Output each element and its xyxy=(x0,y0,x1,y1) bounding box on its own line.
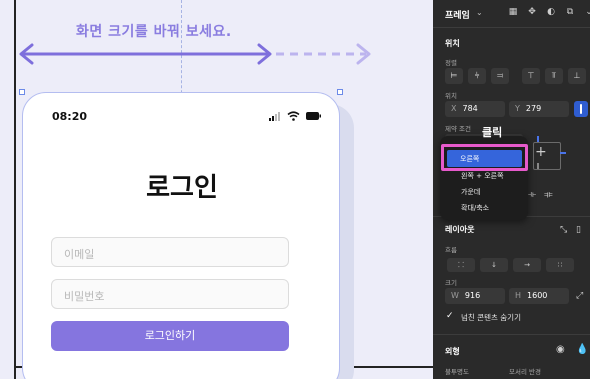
w-key: W xyxy=(451,291,459,300)
panel-header: 프레임 ⌄ ▦ ✥ ◐ ⧉ ⌄ xyxy=(433,0,590,28)
y-field[interactable]: Y 279 xyxy=(509,101,569,117)
corner-radius-label: 모서리 반경 xyxy=(509,368,541,376)
selection-handle-tr[interactable] xyxy=(337,89,343,95)
chevron-down-icon[interactable]: ⌄ xyxy=(584,7,590,17)
divider xyxy=(433,334,590,335)
flow-horizontal-icon[interactable]: → xyxy=(513,258,541,272)
battery-icon xyxy=(306,112,321,120)
boolean-icon[interactable]: ⧉ xyxy=(565,7,575,17)
x-field[interactable]: X 784 xyxy=(445,101,505,117)
x-key: X xyxy=(451,104,457,113)
y-value: 279 xyxy=(525,104,542,113)
extend-arrow-icon xyxy=(276,43,371,65)
menu-item-right[interactable]: 오른쪽 xyxy=(460,154,479,164)
layout-section-title: 레이아웃 xyxy=(445,225,475,234)
constraint-widget[interactable] xyxy=(525,134,569,178)
align-hcenter-icon[interactable]: ⫩ xyxy=(468,68,486,84)
checkmark-icon[interactable]: ✓ xyxy=(446,311,456,321)
distribute-h-icon[interactable]: ⟛ xyxy=(528,190,536,200)
password-field[interactable]: 비밀번호 xyxy=(51,279,289,309)
w-value: 916 xyxy=(464,291,481,300)
signal-icon xyxy=(269,111,280,121)
width-field[interactable]: W 916 xyxy=(445,288,505,304)
constraint-right-marker[interactable] xyxy=(560,152,566,154)
component-icon[interactable]: ✥ xyxy=(527,7,537,17)
app-root: 화면 크기를 바꿔 보세요. 08:20 로그인 이메일 비밀번호 로그인하기 … xyxy=(0,0,590,379)
align-right-icon[interactable]: ⫤ xyxy=(491,68,509,84)
header-icons: ▦ ✥ ◐ ⧉ ⌄ xyxy=(508,7,590,17)
constraints-label: 제약 조건 xyxy=(445,125,471,133)
flow-free-icon[interactable]: ⸬ xyxy=(447,258,475,272)
layout-grid-icon[interactable]: ▯ xyxy=(576,225,581,235)
droplet-icon[interactable]: 💧 xyxy=(576,344,588,355)
align-bottom-icon[interactable]: ⊥ xyxy=(568,68,586,84)
phone-frame[interactable]: 08:20 로그인 이메일 비밀번호 로그인하기 xyxy=(22,92,340,379)
resize-hint: 화면 크기를 바꿔 보세요. xyxy=(76,24,232,40)
y-key: Y xyxy=(515,104,520,113)
frame-border-left xyxy=(14,0,16,379)
resize-arrow-icon xyxy=(19,43,272,65)
position-section-title: 위치 xyxy=(445,39,460,48)
distribute-v-icon[interactable]: ⟚ xyxy=(544,190,553,200)
constraint-top-marker[interactable] xyxy=(537,136,539,142)
opacity-label: 불투명도 xyxy=(445,368,469,376)
wifi-icon xyxy=(287,111,300,121)
align-buttons: ⊨ ⫩ ⫤ ⊤ ⫪ ⊥ xyxy=(445,68,586,84)
resize-icon[interactable]: ⤢ xyxy=(576,291,583,301)
menu-item-scale[interactable]: 확대/축소 xyxy=(461,203,489,213)
page-title: 로그인 xyxy=(146,173,218,203)
eye-icon[interactable]: ◉ xyxy=(556,344,565,355)
appearance-section-title: 외형 xyxy=(445,347,460,356)
height-field[interactable]: H 1600 xyxy=(509,288,569,304)
align-left-icon[interactable]: ⊨ xyxy=(445,68,463,84)
selection-handle-tl[interactable] xyxy=(19,89,25,95)
plus-icon: + xyxy=(535,144,547,160)
auto-layout-icon[interactable]: ⤡ xyxy=(560,225,567,235)
align-top-icon[interactable]: ⊤ xyxy=(522,68,540,84)
constraint-bottom-marker[interactable] xyxy=(537,163,539,169)
chevron-down-icon[interactable]: ⌄ xyxy=(476,8,483,17)
design-canvas[interactable]: 화면 크기를 바꿔 보세요. 08:20 로그인 이메일 비밀번호 로그인하기 xyxy=(0,0,433,379)
menu-item-left-right[interactable]: 왼쪽 + 오른쪽 xyxy=(461,171,504,181)
email-field[interactable]: 이메일 xyxy=(51,237,289,267)
clip-content-label: 넘친 콘텐츠 숨기기 xyxy=(461,313,521,322)
align-label: 정렬 xyxy=(445,59,457,67)
flow-label: 흐름 xyxy=(445,246,457,254)
x-value: 784 xyxy=(462,104,478,113)
distribute-icons: ⟛ ⟚ xyxy=(528,190,553,200)
menu-item-center[interactable]: 가운데 xyxy=(461,187,480,197)
h-value: 1600 xyxy=(527,291,548,300)
contrast-icon[interactable]: ◐ xyxy=(546,7,556,17)
align-vcenter-icon[interactable]: ⫪ xyxy=(545,68,563,84)
login-button[interactable]: 로그인하기 xyxy=(51,321,289,351)
grid-icon[interactable]: ▦ xyxy=(508,7,518,17)
rotation-toggle-button[interactable] xyxy=(574,101,588,117)
size-label: 크기 xyxy=(445,279,457,287)
status-time: 08:20 xyxy=(52,110,88,123)
tutorial-highlight xyxy=(441,144,528,171)
frame-title[interactable]: 프레임 xyxy=(445,8,470,21)
flow-vertical-icon[interactable]: ↓ xyxy=(480,258,508,272)
flow-buttons: ⸬ ↓ → ∷ xyxy=(447,258,574,272)
flow-grid-icon[interactable]: ∷ xyxy=(546,258,574,272)
h-key: H xyxy=(515,291,522,300)
status-icons xyxy=(269,111,321,121)
position-label: 위치 xyxy=(445,92,457,100)
click-hint-label: 클릭 xyxy=(482,126,503,139)
